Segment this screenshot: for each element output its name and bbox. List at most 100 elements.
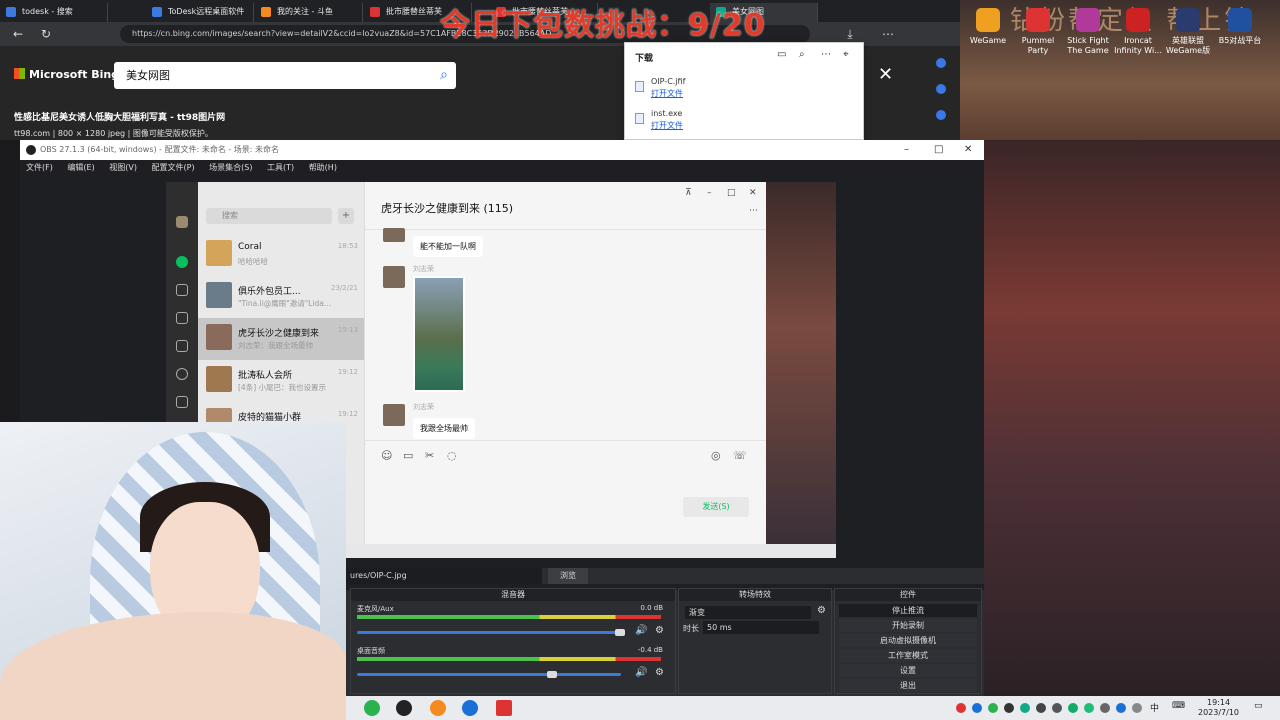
browser-tab[interactable]: ToDesk远程桌面软件: [146, 3, 254, 22]
tray-app-icon[interactable]: [1100, 703, 1110, 713]
emoji-icon[interactable]: ☺: [381, 449, 392, 462]
tray-record-icon[interactable]: [956, 703, 966, 713]
add-icon[interactable]: +: [338, 208, 354, 224]
open-file-link[interactable]: 打开文件: [651, 88, 683, 99]
sidebar-tag-icon[interactable]: [936, 110, 946, 120]
avatar[interactable]: [383, 228, 405, 242]
more-icon[interactable]: ⋯: [821, 49, 831, 60]
stop-streaming-button[interactable]: 停止推流: [839, 604, 977, 617]
volume-icon[interactable]: [1132, 703, 1142, 713]
bing-logo[interactable]: Microsoft Bing: [14, 68, 119, 81]
close-icon[interactable]: ✕: [749, 188, 757, 198]
start-recording-button[interactable]: 开始录制: [839, 619, 977, 632]
settings-button[interactable]: 设置: [839, 664, 977, 677]
menu-file[interactable]: 文件(F): [26, 160, 53, 176]
menu-help[interactable]: 帮助(H): [309, 160, 337, 176]
search-icon[interactable]: ⌕: [799, 49, 805, 60]
moments-icon[interactable]: [176, 368, 188, 380]
desktop-icon-lol[interactable]: 英雄联盟WeGame版: [1162, 8, 1214, 56]
maximize-icon[interactable]: □: [934, 140, 943, 160]
tray-app-icon[interactable]: [1004, 703, 1014, 713]
speaker-icon[interactable]: 🔊: [635, 625, 647, 636]
refresh-icon[interactable]: ↻: [38, 26, 54, 42]
send-button[interactable]: 发送(S): [683, 497, 749, 517]
browser-tab[interactable]: 我的关注 - 斗鱼: [255, 3, 363, 22]
contacts-icon[interactable]: [176, 284, 188, 296]
browser-tab[interactable]: todesk - 搜索: [0, 3, 108, 22]
ime-indicator[interactable]: 中: [1150, 701, 1159, 714]
wechat-search-input[interactable]: 搜索: [206, 208, 332, 224]
transition-select[interactable]: 渐变: [685, 606, 811, 619]
minimize-icon[interactable]: –: [904, 140, 909, 160]
pin-icon[interactable]: ⌖: [843, 49, 849, 60]
bing-search-input[interactable]: 美女网图 ⌕: [114, 62, 456, 89]
exit-button[interactable]: 退出: [839, 679, 977, 692]
douyu-taskbar-icon[interactable]: [430, 700, 446, 716]
desktop-icon-b5[interactable]: B5对战平台: [1214, 8, 1266, 46]
channels-icon[interactable]: [176, 396, 188, 408]
menu-tools[interactable]: 工具(T): [267, 160, 294, 176]
video-call-icon[interactable]: ☏: [733, 449, 747, 462]
menu-edit[interactable]: 编辑(E): [67, 160, 94, 176]
obs-taskbar-icon[interactable]: [396, 700, 412, 716]
source-file-path[interactable]: ures/OIP-C.jpg: [346, 568, 542, 584]
notification-icon[interactable]: ▭: [1254, 701, 1263, 711]
tray-app-icon[interactable]: [1036, 703, 1046, 713]
wechat-taskbar-icon[interactable]: [364, 700, 380, 716]
volume-slider[interactable]: [357, 671, 621, 678]
keyboard-icon[interactable]: ⌨: [1172, 701, 1185, 711]
close-icon[interactable]: ✕: [964, 140, 972, 160]
voice-call-icon[interactable]: ◎: [711, 449, 721, 462]
tray-app-icon[interactable]: [988, 703, 998, 713]
virtual-camera-button[interactable]: 启动虚拟摄像机: [839, 634, 977, 647]
files-icon[interactable]: [176, 340, 188, 352]
chat-list-item-selected[interactable]: 虎牙长沙之健康到来 刘志荣：我跟全场最帅 19:13: [198, 318, 364, 360]
tray-mic-icon[interactable]: [1052, 703, 1062, 713]
tray-app-icon[interactable]: [1084, 703, 1094, 713]
search-icon[interactable]: ⌕: [440, 62, 448, 89]
tray-app-icon[interactable]: [1116, 703, 1126, 713]
avatar[interactable]: [383, 266, 405, 288]
message-photo[interactable]: [413, 276, 465, 392]
chat-list-item[interactable]: 俱乐外包员工... "Tina.li@鹰眼"邀请"Lida... 23/2/21: [198, 276, 364, 318]
menu-profile[interactable]: 配置文件(P): [152, 160, 195, 176]
chat-icon[interactable]: [176, 256, 188, 268]
more-icon[interactable]: ⋯: [749, 206, 758, 216]
gear-icon[interactable]: ⚙: [655, 667, 664, 678]
open-file-link[interactable]: 打开文件: [651, 120, 683, 131]
duration-input[interactable]: 50 ms: [703, 621, 819, 634]
maximize-icon[interactable]: □: [727, 188, 736, 198]
folder-icon[interactable]: ▭: [403, 449, 413, 462]
sidebar-search-icon[interactable]: [936, 84, 946, 94]
chat-history-icon[interactable]: ◌: [447, 449, 457, 462]
volume-slider[interactable]: [357, 629, 625, 636]
folder-icon[interactable]: ▭: [777, 49, 786, 60]
desktop-icon-stick-fight[interactable]: Stick Fight The Game: [1062, 8, 1114, 56]
avatar[interactable]: [383, 404, 405, 426]
menu-scene-collection[interactable]: 场景集合(S): [209, 160, 252, 176]
tray-app-icon[interactable]: [972, 703, 982, 713]
image-title[interactable]: 性感比基尼美女诱人低胸大胆福利写真 - tt98图片网: [14, 110, 225, 123]
slider-handle[interactable]: [615, 629, 625, 636]
chat-list-item[interactable]: Coral 哈哈哈哈 18:53: [198, 234, 364, 276]
gear-icon[interactable]: ⚙: [655, 625, 664, 636]
more-icon[interactable]: ⋯: [880, 26, 896, 42]
download-icon[interactable]: ⤓: [842, 26, 858, 42]
pin-icon[interactable]: ⊼: [685, 188, 692, 198]
slider-handle[interactable]: [547, 671, 557, 678]
desktop-icon-ironcat[interactable]: Ironcat Infinity Wi...: [1112, 8, 1164, 56]
app-taskbar-icon[interactable]: [496, 700, 512, 716]
sidebar-bell-icon[interactable]: [936, 58, 946, 68]
system-clock[interactable]: 19:14 2023/7/10: [1198, 698, 1239, 718]
close-icon[interactable]: ✕: [878, 64, 893, 85]
speaker-icon[interactable]: 🔊: [635, 667, 647, 678]
scissors-icon[interactable]: ✂: [425, 449, 434, 462]
back-icon[interactable]: ←: [10, 26, 26, 42]
tray-app-icon[interactable]: [1020, 703, 1030, 713]
browse-button[interactable]: 浏览: [548, 568, 588, 584]
download-item[interactable]: OIP-C.jfif 打开文件: [635, 77, 855, 105]
studio-mode-button[interactable]: 工作室模式: [839, 649, 977, 662]
minimize-icon[interactable]: –: [707, 188, 712, 198]
tray-app-icon[interactable]: [1068, 703, 1078, 713]
todesk-taskbar-icon[interactable]: [462, 700, 478, 716]
